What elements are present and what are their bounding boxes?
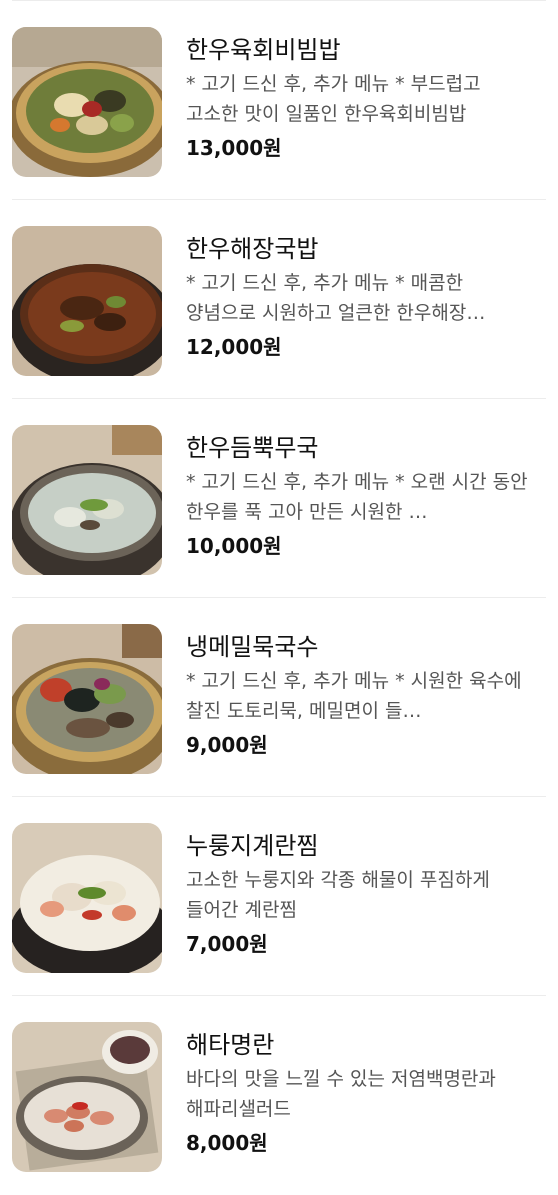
menu-item-price: 7,000원: [186, 932, 268, 956]
menu-item[interactable]: 한우듬뿍무국 * 고기 드신 후, 추가 메뉴 * 오랜 시간 동안 한우를 푹…: [12, 399, 546, 598]
menu-item-description: 바다의 맛을 느낄 수 있는 저염백명란과 해파리샐러드: [186, 1068, 496, 1120]
menu-item[interactable]: 한우해장국밥 * 고기 드신 후, 추가 메뉴 * 매콤한 양념으로 시원하고 …: [12, 200, 546, 399]
menu-item-info: 한우육회비빔밥 * 고기 드신 후, 추가 메뉴 * 부드럽고 고소한 맛이 일…: [186, 27, 534, 163]
menu-item-photo: [12, 624, 162, 774]
menu-item-name: 누룽지계란찜: [186, 832, 319, 860]
menu-item-name: 해타명란: [186, 1031, 275, 1059]
menu-item-description: * 고기 드신 후, 추가 메뉴 * 오랜 시간 동안 한우를 푹 고아 만든 …: [186, 471, 528, 523]
menu-item-photo: [12, 823, 162, 973]
menu-list: 한우육회비빔밥 * 고기 드신 후, 추가 메뉴 * 부드럽고 고소한 맛이 일…: [0, 1, 558, 1195]
menu-item-price: 9,000원: [186, 733, 268, 757]
menu-item-name: 한우해장국밥: [186, 235, 319, 263]
menu-item[interactable]: 냉메밀묵국수 * 고기 드신 후, 추가 메뉴 * 시원한 육수에 찰진 도토리…: [12, 598, 546, 797]
menu-item-description: * 고기 드신 후, 추가 메뉴 * 매콤한 양념으로 시원하고 얼큰한 한우해…: [186, 272, 486, 324]
menu-item-photo: [12, 1022, 162, 1172]
menu-item[interactable]: 한우육회비빔밥 * 고기 드신 후, 추가 메뉴 * 부드럽고 고소한 맛이 일…: [12, 1, 546, 200]
menu-item-info: 누룽지계란찜 고소한 누룽지와 각종 해물이 푸짐하게 들어간 계란찜 7,00…: [186, 823, 534, 959]
menu-item-photo: [12, 27, 162, 177]
menu-item-info: 냉메밀묵국수 * 고기 드신 후, 추가 메뉴 * 시원한 육수에 찰진 도토리…: [186, 624, 534, 760]
menu-item-photo: [12, 226, 162, 376]
menu-item-info: 해타명란 바다의 맛을 느낄 수 있는 저염백명란과 해파리샐러드 8,000원: [186, 1022, 534, 1158]
menu-item-price: 12,000원: [186, 335, 282, 359]
menu-item-description: * 고기 드신 후, 추가 메뉴 * 부드럽고 고소한 맛이 일품인 한우육회비…: [186, 73, 481, 125]
menu-item-info: 한우해장국밥 * 고기 드신 후, 추가 메뉴 * 매콤한 양념으로 시원하고 …: [186, 226, 534, 362]
menu-item-info: 한우듬뿍무국 * 고기 드신 후, 추가 메뉴 * 오랜 시간 동안 한우를 푹…: [186, 425, 534, 561]
menu-item-photo: [12, 425, 162, 575]
menu-item[interactable]: 해타명란 바다의 맛을 느낄 수 있는 저염백명란과 해파리샐러드 8,000원: [12, 996, 546, 1195]
menu-item-price: 13,000원: [186, 136, 282, 160]
menu-item-name: 한우듬뿍무국: [186, 434, 319, 462]
menu-item-description: * 고기 드신 후, 추가 메뉴 * 시원한 육수에 찰진 도토리묵, 메밀면이…: [186, 670, 522, 722]
menu-item[interactable]: 누룽지계란찜 고소한 누룽지와 각종 해물이 푸짐하게 들어간 계란찜 7,00…: [12, 797, 546, 996]
menu-item-price: 10,000원: [186, 534, 282, 558]
menu-item-price: 8,000원: [186, 1131, 268, 1155]
menu-item-name: 한우육회비빔밥: [186, 36, 341, 64]
menu-item-name: 냉메밀묵국수: [186, 633, 319, 661]
menu-item-description: 고소한 누룽지와 각종 해물이 푸짐하게 들어간 계란찜: [186, 869, 490, 921]
